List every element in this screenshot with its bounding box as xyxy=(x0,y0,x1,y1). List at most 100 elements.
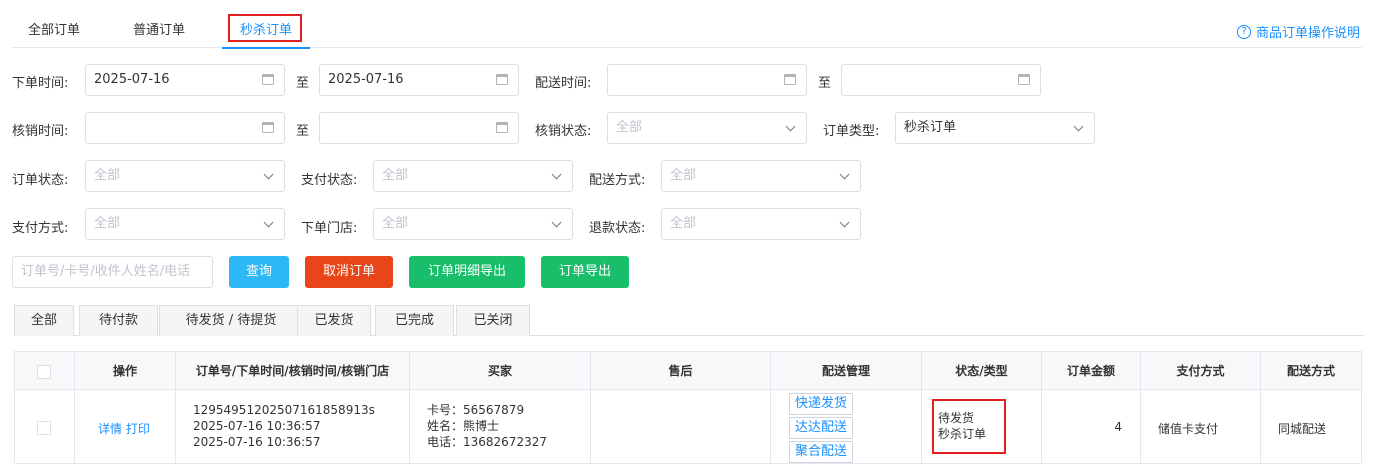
pay-status-label: 支付状态: xyxy=(301,173,358,188)
status-tabs: 全部 待付款 待发货 / 待提货 已发货 已完成 已关闭 xyxy=(14,305,1364,336)
pay-method: 储值卡支付 xyxy=(1158,422,1219,436)
delivery-method: 同城配送 xyxy=(1278,422,1327,436)
chevron-down-icon xyxy=(839,217,850,228)
search-input[interactable]: 订单号/卡号/收件人姓名/电话 xyxy=(12,256,213,288)
buyer-card: 卡号：56567879 xyxy=(427,403,525,417)
header-actions: 操作 xyxy=(75,352,176,390)
help-link-label: 商品订单操作说明 xyxy=(1255,26,1360,41)
row-buyer-cell: 卡号：56567879 姓名：熊博士 电话：13682672327 xyxy=(410,390,591,464)
delivery-method-label: 配送方式: xyxy=(589,173,646,188)
row-order-info-cell: 12954951202507161858913s 2025-07-16 10:3… xyxy=(176,390,410,464)
status-tab-shipped[interactable]: 已发货 xyxy=(297,305,371,336)
verify-time-from-field[interactable] xyxy=(85,112,285,144)
store-value: 全部 xyxy=(382,216,409,231)
buyer-phone: 电话：13682672327 xyxy=(427,435,547,449)
refund-status-select[interactable]: 全部 xyxy=(661,208,861,240)
chevron-down-icon xyxy=(263,169,274,180)
delivery-time-to-field[interactable] xyxy=(841,64,1041,96)
row-after-sale-cell xyxy=(591,390,771,464)
verify-status-select[interactable]: 全部 xyxy=(607,112,807,144)
tab-all-orders[interactable]: 全部订单 xyxy=(28,10,80,48)
row-delivery-management-cell: 快递发货 达达配送 聚合配送 xyxy=(771,390,922,464)
status-tab-completed[interactable]: 已完成 xyxy=(375,305,454,336)
calendar-icon xyxy=(496,122,508,133)
order-time-label: 下单时间: xyxy=(12,76,69,91)
order-type: 秒杀订单 xyxy=(938,427,987,441)
store-label: 下单门店: xyxy=(301,221,358,236)
pay-method-label: 支付方式: xyxy=(12,221,69,236)
tab-seckill-orders[interactable]: 秒杀订单 xyxy=(222,10,310,49)
header-select-all xyxy=(15,352,75,390)
select-all-checkbox[interactable] xyxy=(37,365,51,379)
calendar-icon xyxy=(262,74,274,85)
calendar-icon xyxy=(496,74,508,85)
order-type-select[interactable]: 秒杀订单 xyxy=(895,112,1095,144)
range-separator: 至 xyxy=(818,76,832,91)
help-link[interactable]: ? 商品订单操作说明 xyxy=(1236,22,1360,41)
refund-status-value: 全部 xyxy=(670,216,697,231)
order-number: 12954951202507161858913s xyxy=(193,403,375,417)
store-select[interactable]: 全部 xyxy=(373,208,573,240)
order-time-to-field[interactable]: 2025-07-16 xyxy=(319,64,519,96)
status-tab-all[interactable]: 全部 xyxy=(14,305,74,336)
cancel-order-button[interactable]: 取消订单 xyxy=(305,256,393,288)
orders-table: 操作 订单号/下单时间/核销时间/核销门店 买家 售后 配送管理 状态/类型 订… xyxy=(14,351,1362,464)
query-button[interactable]: 查询 xyxy=(229,256,289,288)
delivery-time-from-field[interactable] xyxy=(607,64,807,96)
verify-status-label: 核销状态: xyxy=(535,124,592,139)
status-tab-pending-payment[interactable]: 待付款 xyxy=(79,305,158,336)
express-ship-button[interactable]: 快递发货 xyxy=(789,393,853,415)
order-type-tabs: 全部订单 普通订单 秒杀订单 ? 商品订单操作说明 xyxy=(12,10,1362,49)
header-status-type: 状态/类型 xyxy=(922,352,1042,390)
order-type-label: 订单类型: xyxy=(823,124,880,139)
calendar-icon xyxy=(262,122,274,133)
row-amount-cell: 4 xyxy=(1042,390,1141,464)
header-delivery-management: 配送管理 xyxy=(771,352,922,390)
header-delivery-method: 配送方式 xyxy=(1286,364,1335,378)
aggregate-delivery-button[interactable]: 聚合配送 xyxy=(789,441,853,463)
detail-link[interactable]: 详情 xyxy=(98,422,122,436)
question-icon: ? xyxy=(1236,24,1251,39)
order-time-from-field[interactable]: 2025-07-16 xyxy=(85,64,285,96)
export-detail-button[interactable]: 订单明细导出 xyxy=(409,256,525,288)
pay-method-value: 全部 xyxy=(94,216,121,231)
status-tab-closed[interactable]: 已关闭 xyxy=(456,305,530,336)
delivery-method-select[interactable]: 全部 xyxy=(661,160,861,192)
verify-time-to-field[interactable] xyxy=(319,112,519,144)
header-order-info: 订单号/下单时间/核销时间/核销门店 xyxy=(176,352,410,390)
header-amount: 订单金额 xyxy=(1042,352,1141,390)
print-link[interactable]: 打印 xyxy=(126,422,150,436)
status-tab-pending-shipment[interactable]: 待发货 / 待提货 xyxy=(159,305,303,336)
table-header: 操作 订单号/下单时间/核销时间/核销门店 买家 售后 配送管理 状态/类型 订… xyxy=(15,352,1361,390)
pay-status-value: 全部 xyxy=(382,168,409,183)
row-checkbox[interactable] xyxy=(37,421,51,435)
order-status-select[interactable]: 全部 xyxy=(85,160,285,192)
order-type-value: 秒杀订单 xyxy=(904,120,957,135)
chevron-down-icon xyxy=(263,217,274,228)
highlight-box xyxy=(228,14,302,42)
range-separator: 至 xyxy=(296,124,310,139)
calendar-icon xyxy=(784,74,796,85)
row-delivery-method-cell: 同城配送 xyxy=(1261,390,1361,464)
verify-time: 2025-07-16 10:36:57 xyxy=(193,435,321,449)
order-status: 待发货 xyxy=(938,411,975,425)
search-placeholder: 订单号/卡号/收件人姓名/电话 xyxy=(21,264,191,279)
pay-status-select[interactable]: 全部 xyxy=(373,160,573,192)
row-status-type-cell: 待发货 秒杀订单 xyxy=(922,390,1042,464)
calendar-icon xyxy=(1018,74,1030,85)
order-time: 2025-07-16 10:36:57 xyxy=(193,419,321,433)
export-button[interactable]: 订单导出 xyxy=(541,256,629,288)
verify-status-value: 全部 xyxy=(616,120,643,135)
pay-method-select[interactable]: 全部 xyxy=(85,208,285,240)
dada-delivery-button[interactable]: 达达配送 xyxy=(789,417,853,439)
chevron-down-icon xyxy=(839,169,850,180)
order-time-from-value: 2025-07-16 xyxy=(94,72,170,87)
delivery-time-label: 配送时间: xyxy=(535,76,592,91)
header-after-sale: 售后 xyxy=(591,352,771,390)
order-time-to-value: 2025-07-16 xyxy=(328,72,404,87)
row-select-cell xyxy=(15,390,75,464)
tab-normal-orders[interactable]: 普通订单 xyxy=(133,10,185,48)
chevron-down-icon xyxy=(785,121,796,132)
order-amount: 4 xyxy=(1114,420,1122,434)
chevron-down-icon xyxy=(1073,121,1084,132)
